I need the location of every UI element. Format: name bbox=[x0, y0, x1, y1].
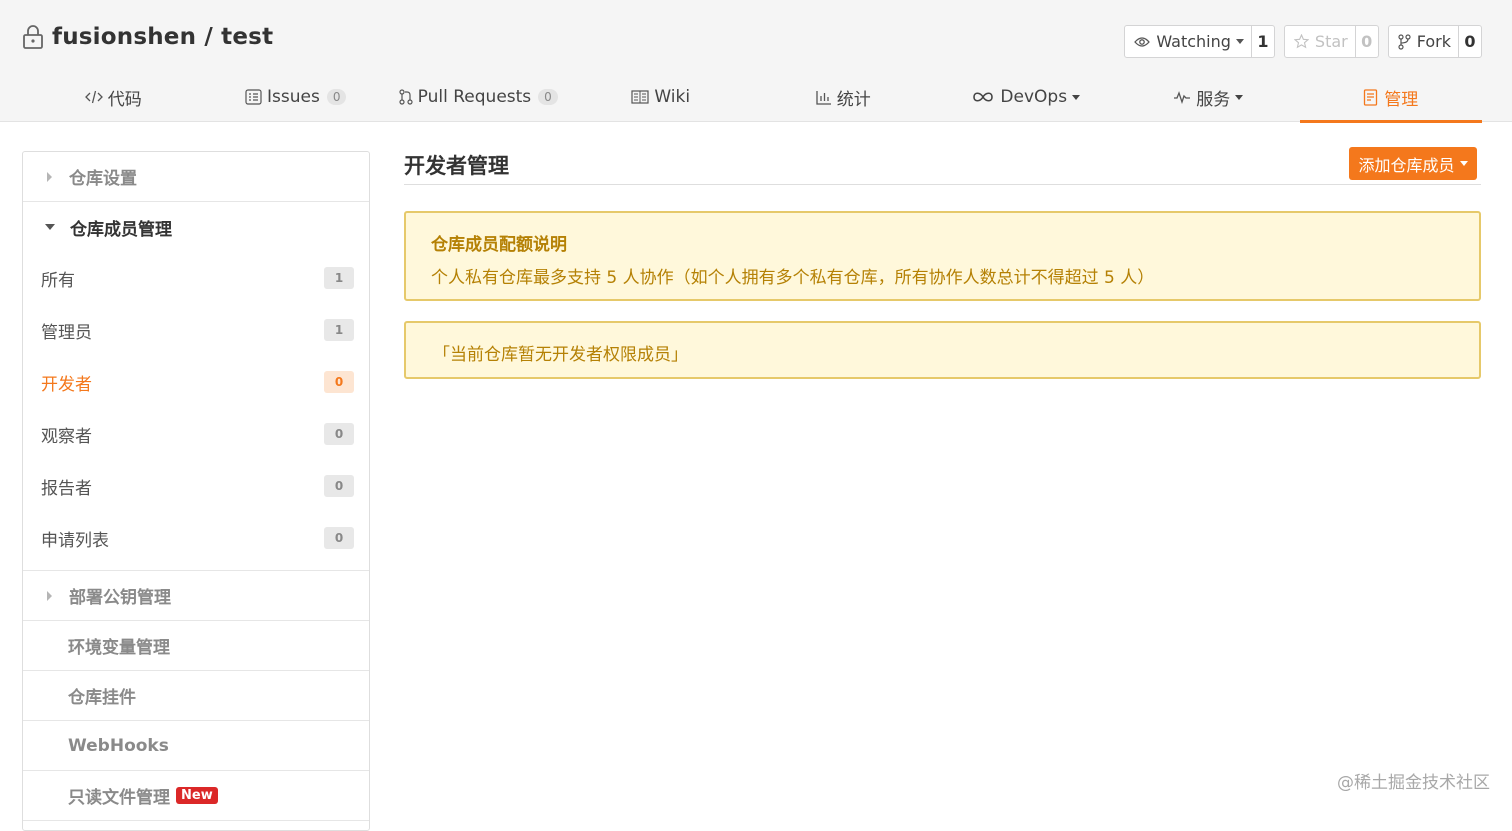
sidebar-item-label: 申请列表 bbox=[41, 530, 109, 551]
star-button[interactable]: Star 0 bbox=[1283, 25, 1379, 58]
sidebar-item-developers[interactable]: 开发者 0 bbox=[23, 356, 369, 408]
sidebar-env-vars-label: 环境变量管理 bbox=[68, 638, 170, 658]
eye-icon bbox=[1134, 36, 1151, 47]
watch-button[interactable]: Watching 1 bbox=[1124, 25, 1275, 58]
tab-stats[interactable]: 统计 bbox=[752, 72, 935, 122]
issue-icon bbox=[245, 89, 262, 105]
sidebar-webhooks[interactable]: WebHooks bbox=[23, 721, 369, 771]
caret-right-icon bbox=[47, 590, 52, 601]
sidebar-item-label: 开发者 bbox=[41, 374, 92, 395]
tab-devops-label: DevOps bbox=[1000, 87, 1068, 107]
count-badge: 1 bbox=[324, 319, 354, 341]
sidebar-item-admins[interactable]: 管理员 1 bbox=[23, 304, 369, 356]
caret-down-icon bbox=[45, 224, 55, 230]
tab-wiki-label: Wiki bbox=[654, 87, 691, 107]
book-icon bbox=[631, 90, 649, 104]
new-badge: New bbox=[176, 787, 218, 804]
sidebar-members-label: 仓库成员管理 bbox=[70, 219, 172, 240]
star-icon bbox=[1293, 34, 1309, 49]
caret-right-icon bbox=[47, 171, 52, 182]
tab-code-label: 代码 bbox=[107, 89, 142, 110]
count-badge: 1 bbox=[324, 267, 354, 289]
add-member-label: 添加仓库成员 bbox=[1358, 155, 1455, 175]
sidebar-deploy-keys[interactable]: 部署公钥管理 bbox=[23, 571, 369, 621]
repo-actions: Watching 1 Star 0 Fork 0 bbox=[1124, 25, 1482, 58]
repo-name-link[interactable]: fusionshen / test bbox=[52, 24, 273, 50]
count-badge: 0 bbox=[324, 527, 354, 549]
tab-services-label: 服务 bbox=[1196, 89, 1231, 110]
sidebar-item-label: 管理员 bbox=[41, 322, 92, 343]
sidebar-webhooks-label: WebHooks bbox=[68, 735, 169, 756]
watch-count[interactable]: 1 bbox=[1252, 26, 1274, 57]
bar-chart-icon bbox=[816, 90, 831, 105]
tab-devops[interactable]: DevOps bbox=[935, 72, 1118, 122]
sidebar-plugins-label: 仓库挂件 bbox=[68, 688, 136, 708]
add-member-button[interactable]: 添加仓库成员 bbox=[1349, 147, 1477, 180]
sidebar-item-reporters[interactable]: 报告者 0 bbox=[23, 460, 369, 512]
sidebar-item-label: 所有 bbox=[41, 270, 75, 291]
tab-issues[interactable]: Issues 0 bbox=[205, 72, 388, 122]
pull-request-icon bbox=[399, 89, 413, 105]
empty-notice-text: 「当前仓库暂无开发者权限成员」 bbox=[433, 345, 688, 365]
tab-pull-requests-label: Pull Requests bbox=[417, 87, 532, 107]
sidebar-item-observers[interactable]: 观察者 0 bbox=[23, 408, 369, 460]
sidebar-members[interactable]: 仓库成员管理 bbox=[23, 202, 369, 252]
title-divider bbox=[404, 184, 1481, 185]
star-toggle[interactable]: Star bbox=[1285, 26, 1356, 57]
chevron-down-icon bbox=[1459, 161, 1468, 166]
count-badge: 0 bbox=[324, 475, 354, 497]
page-title: 开发者管理 bbox=[404, 154, 509, 178]
tab-manage-label: 管理 bbox=[1384, 89, 1419, 110]
fork-count[interactable]: 0 bbox=[1459, 26, 1481, 57]
issues-count-badge: 0 bbox=[326, 89, 347, 105]
fork-label: Fork bbox=[1416, 32, 1451, 51]
chevron-down-icon bbox=[1072, 94, 1081, 100]
tab-services[interactable]: 服务 bbox=[1117, 72, 1300, 122]
members-section: 仓库成员管理 所有 1 管理员 1 开发者 0 观察者 0 报告者 0 申请列表… bbox=[23, 202, 369, 571]
fork-icon bbox=[1398, 33, 1411, 50]
sidebar-env-vars[interactable]: 环境变量管理 bbox=[23, 621, 369, 671]
settings-sidebar: 仓库设置 仓库成员管理 所有 1 管理员 1 开发者 0 观察者 0 报告者 0… bbox=[22, 151, 370, 831]
watch-label: Watching bbox=[1156, 32, 1231, 51]
lock-icon bbox=[23, 25, 43, 49]
pull-requests-count-badge: 0 bbox=[538, 89, 558, 105]
star-label: Star bbox=[1314, 32, 1348, 51]
fork-toggle[interactable]: Fork bbox=[1389, 26, 1459, 57]
chevron-down-icon bbox=[1235, 39, 1244, 44]
manage-icon bbox=[1364, 88, 1378, 106]
tab-issues-label: Issues bbox=[267, 87, 320, 107]
sidebar-deploy-keys-label: 部署公钥管理 bbox=[69, 588, 171, 608]
pulse-icon bbox=[1174, 91, 1191, 104]
tab-wiki[interactable]: Wiki bbox=[570, 72, 753, 122]
watermark: @稀土掘金技术社区 bbox=[1337, 773, 1490, 793]
code-icon bbox=[84, 90, 103, 104]
watch-dropdown[interactable]: Watching bbox=[1125, 26, 1252, 57]
repo-title: fusionshen / test bbox=[22, 24, 273, 50]
sidebar-item-label: 报告者 bbox=[41, 478, 92, 499]
sidebar-repo-settings[interactable]: 仓库设置 bbox=[23, 152, 369, 202]
sidebar-item-all[interactable]: 所有 1 bbox=[23, 252, 369, 304]
infinity-icon bbox=[973, 92, 994, 102]
tab-pull-requests[interactable]: Pull Requests 0 bbox=[387, 72, 570, 122]
quota-notice-title: 仓库成员配额说明 bbox=[431, 235, 567, 255]
count-badge: 0 bbox=[324, 423, 354, 445]
tab-code[interactable]: 代码 bbox=[22, 72, 205, 122]
quota-notice-body: 个人私有仓库最多支持 5 人协作（如个人拥有多个私有仓库，所有协作人数总计不得超… bbox=[431, 268, 1155, 288]
fork-button[interactable]: Fork 0 bbox=[1387, 25, 1482, 58]
star-count[interactable]: 0 bbox=[1356, 26, 1378, 57]
tab-manage[interactable]: 管理 bbox=[1299, 72, 1483, 123]
repo-tabs: 代码 Issues 0 Pull Requests 0 Wiki 统计 DevO… bbox=[22, 72, 1483, 123]
chevron-down-icon bbox=[1235, 94, 1244, 100]
tab-stats-label: 统计 bbox=[836, 89, 871, 110]
quota-notice: 仓库成员配额说明 个人私有仓库最多支持 5 人协作（如个人拥有多个私有仓库，所有… bbox=[404, 211, 1481, 301]
empty-notice: 「当前仓库暂无开发者权限成员」 bbox=[404, 321, 1481, 379]
sidebar-item-label: 观察者 bbox=[41, 426, 92, 447]
sidebar-item-requests[interactable]: 申请列表 0 bbox=[23, 512, 369, 564]
sidebar-readonly-files-label: 只读文件管理 bbox=[68, 788, 170, 808]
count-badge: 0 bbox=[324, 371, 354, 393]
sidebar-repo-settings-label: 仓库设置 bbox=[69, 169, 137, 189]
repo-header: fusionshen / test Watching 1 Star 0 Fork… bbox=[0, 0, 1512, 123]
sidebar-plugins[interactable]: 仓库挂件 bbox=[23, 671, 369, 721]
sidebar-readonly-files[interactable]: 只读文件管理 New bbox=[23, 771, 369, 821]
